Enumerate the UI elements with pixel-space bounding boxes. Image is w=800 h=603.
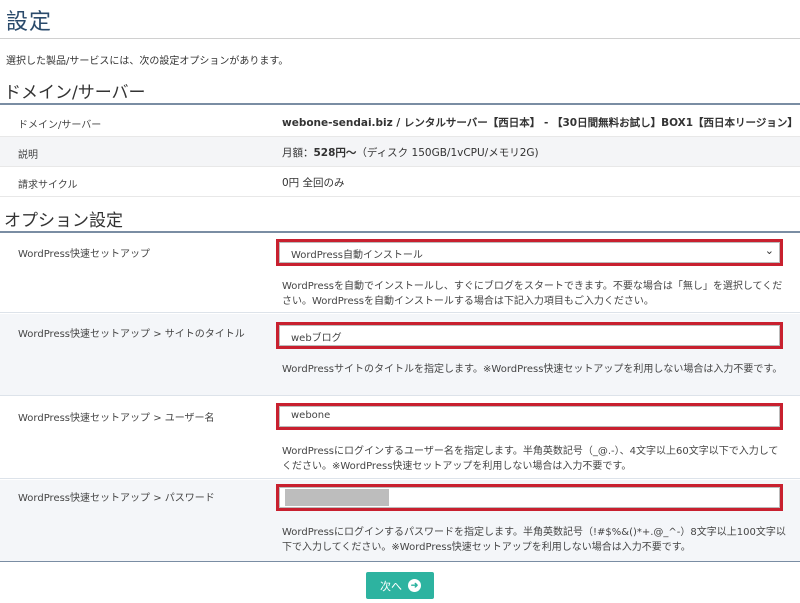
description-value: 月額：528円〜（ディスク 150GB/1vCPU/メモリ2G) bbox=[282, 147, 539, 159]
option-row-password: WordPress快速セットアップ > パスワード WordPressにログイン… bbox=[0, 480, 800, 562]
billing-cycle-label: 請求サイクル bbox=[18, 180, 78, 191]
description-label: 説明 bbox=[18, 150, 38, 161]
username-input[interactable]: webone bbox=[276, 403, 783, 430]
site-title-value: webブログ bbox=[291, 333, 342, 344]
options-section-heading: オプション設定 bbox=[4, 211, 123, 231]
username-label: WordPress快速セットアップ > ユーザー名 bbox=[18, 413, 215, 424]
site-title-input[interactable]: webブログ bbox=[276, 322, 783, 349]
billing-cycle-value: 0円 全回のみ bbox=[282, 177, 345, 189]
wp-setup-select[interactable]: WordPress自動インストール ⌄ bbox=[276, 239, 783, 266]
domain-section-divider bbox=[0, 103, 800, 105]
wp-setup-label: WordPress快速セットアップ bbox=[18, 249, 151, 260]
password-input[interactable] bbox=[276, 484, 783, 511]
domain-label: ドメイン/サーバー bbox=[18, 120, 102, 131]
password-help: WordPressにログインするパスワードを指定します。半角英数記号（!#$%&… bbox=[282, 527, 786, 553]
next-button[interactable]: 次へ ➜ bbox=[366, 572, 434, 599]
option-row-site-title: WordPress快速セットアップ > サイトのタイトル webブログ Word… bbox=[0, 314, 800, 396]
description-row: 説明 月額：528円〜（ディスク 150GB/1vCPU/メモリ2G) bbox=[0, 137, 800, 167]
wp-setup-selected-value: WordPress自動インストール bbox=[291, 250, 423, 261]
password-label: WordPress快速セットアップ > パスワード bbox=[18, 493, 215, 504]
option-row-username: WordPress快速セットアップ > ユーザー名 webone WordPre… bbox=[0, 397, 800, 479]
domain-value: webone-sendai.biz / レンタルサーバー【西日本】 - 【30日… bbox=[282, 117, 798, 129]
title-divider bbox=[0, 38, 800, 39]
billing-cycle-row: 請求サイクル 0円 全回のみ bbox=[0, 167, 800, 197]
intro-text: 選択した製品/サービスには、次の設定オプションがあります。 bbox=[6, 56, 289, 67]
next-button-label: 次へ bbox=[380, 581, 402, 593]
username-value: webone bbox=[291, 410, 331, 421]
wp-setup-help: WordPressを自動でインストールし、すぐにブログをスタートできます。不要な… bbox=[282, 281, 783, 307]
password-masked-value bbox=[285, 489, 389, 506]
arrow-right-circle-icon: ➜ bbox=[408, 579, 421, 592]
username-help: WordPressにログインするユーザー名を指定します。半角英数記号（_@.-）… bbox=[282, 446, 779, 472]
domain-row: ドメイン/サーバー webone-sendai.biz / レンタルサーバー【西… bbox=[0, 107, 800, 137]
site-title-label: WordPress快速セットアップ > サイトのタイトル bbox=[18, 329, 245, 340]
page-title: 設定 bbox=[6, 10, 53, 35]
option-row-wp-setup: WordPress快速セットアップ WordPress自動インストール ⌄ Wo… bbox=[0, 233, 800, 313]
domain-section-heading: ドメイン/サーバー bbox=[4, 83, 146, 103]
chevron-down-icon: ⌄ bbox=[764, 244, 774, 257]
site-title-help: WordPressサイトのタイトルを指定します。※WordPress快速セットア… bbox=[282, 364, 783, 375]
